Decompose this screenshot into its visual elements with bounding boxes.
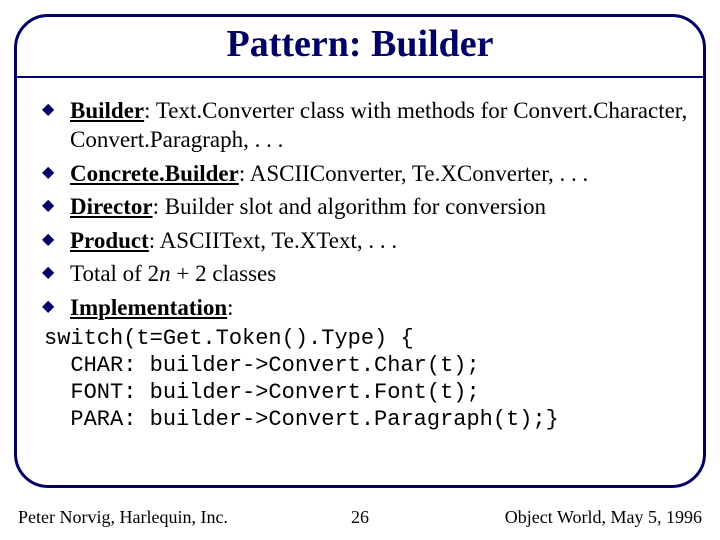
bullet-text: : ASCIIConverter, Te.XConverter, . . . xyxy=(239,161,588,186)
bullet-list: Builder: Text.Converter class with metho… xyxy=(42,96,688,322)
bullet-label: Builder xyxy=(70,98,144,123)
bullet-text: : Text.Converter class with methods for … xyxy=(70,98,687,152)
bullet-label: Implementation xyxy=(70,295,227,320)
title-wrap: Pattern: Builder xyxy=(0,22,720,66)
slide-body: Builder: Text.Converter class with metho… xyxy=(42,96,688,433)
bullet-text-italic: n xyxy=(159,261,171,286)
bullet-item: Product: ASCIIText, Te.XText, . . . xyxy=(42,226,688,255)
footer-right: Object World, May 5, 1996 xyxy=(505,507,702,528)
bullet-text: : Builder slot and algorithm for convers… xyxy=(153,194,546,219)
code-block: switch(t=Get.Token().Type) { CHAR: build… xyxy=(44,326,688,433)
bullet-text: + 2 classes xyxy=(171,261,277,286)
bullet-item: Implementation: xyxy=(42,293,688,322)
bullet-item: Builder: Text.Converter class with metho… xyxy=(42,96,688,155)
slide-title: Pattern: Builder xyxy=(226,23,493,65)
bullet-item: Total of 2n + 2 classes xyxy=(42,259,688,288)
bullet-text: : xyxy=(227,295,233,320)
bullet-item: Director: Builder slot and algorithm for… xyxy=(42,192,688,221)
title-divider xyxy=(14,76,706,78)
bullet-label: Concrete.Builder xyxy=(70,161,239,186)
bullet-label: Product xyxy=(70,228,149,253)
bullet-label: Director xyxy=(70,194,153,219)
slide: Pattern: Builder Builder: Text.Converter… xyxy=(0,0,720,540)
bullet-item: Concrete.Builder: ASCIIConverter, Te.XCo… xyxy=(42,159,688,188)
bullet-text: : ASCIIText, Te.XText, . . . xyxy=(149,228,397,253)
bullet-text: Total of 2 xyxy=(70,261,159,286)
